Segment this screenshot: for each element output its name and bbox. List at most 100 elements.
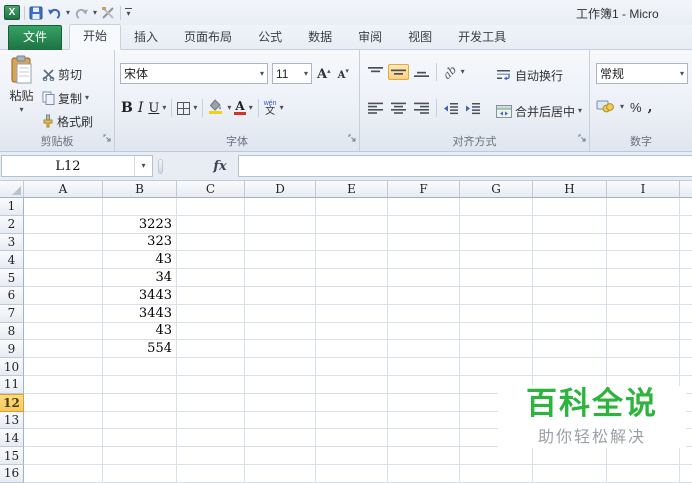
cell-B9[interactable]: 554 <box>103 340 177 359</box>
paste-button[interactable]: 粘贴 ▾ <box>4 55 39 141</box>
redo-icon[interactable] <box>74 6 89 20</box>
cell-E11[interactable] <box>316 375 388 394</box>
phonetic-dropdown-arrow[interactable]: ▾ <box>280 104 284 112</box>
cell-F13[interactable] <box>388 411 460 430</box>
cell-D13[interactable] <box>245 411 316 430</box>
align-middle-icon[interactable] <box>388 64 409 80</box>
cell-C10[interactable] <box>177 358 245 376</box>
cell-F6[interactable] <box>388 286 460 305</box>
cell-B13[interactable] <box>103 411 177 430</box>
cell-A1[interactable] <box>24 198 103 216</box>
cell-B12[interactable] <box>103 393 177 412</box>
cell-I15[interactable] <box>607 447 680 465</box>
cell-A4[interactable] <box>24 251 103 270</box>
cell-F1[interactable] <box>388 198 460 216</box>
cell-partial-8[interactable] <box>680 322 692 341</box>
column-header-C[interactable]: C <box>177 181 245 198</box>
paste-dropdown-arrow[interactable]: ▾ <box>19 106 23 114</box>
cell-D16[interactable] <box>245 464 316 483</box>
copy-dropdown-arrow[interactable]: ▾ <box>85 94 89 102</box>
dialog-launcher-icon[interactable] <box>103 130 112 148</box>
tab-page-layout[interactable]: 页面布局 <box>171 26 245 50</box>
insert-function-button[interactable]: fx <box>205 156 235 176</box>
cell-G7[interactable] <box>460 304 533 323</box>
tab-home[interactable]: 开始 <box>69 24 122 50</box>
cell-I10[interactable] <box>607 358 680 376</box>
increase-indent-icon[interactable] <box>463 100 483 117</box>
cell-B7[interactable]: 3443 <box>103 304 177 323</box>
increase-font-icon[interactable]: A▴ <box>317 67 331 82</box>
cell-F8[interactable] <box>388 322 460 341</box>
cell-C2[interactable] <box>177 215 245 234</box>
borders-icon[interactable] <box>177 101 191 115</box>
cell-H8[interactable] <box>533 322 607 341</box>
cell-F2[interactable] <box>388 215 460 234</box>
cell-F5[interactable] <box>388 269 460 287</box>
cell-B1[interactable] <box>103 198 177 216</box>
cell-A16[interactable] <box>24 464 103 483</box>
cell-D1[interactable] <box>245 198 316 216</box>
row-header-16[interactable]: 16 <box>0 464 24 483</box>
cell-E10[interactable] <box>316 358 388 376</box>
cell-C3[interactable] <box>177 233 245 252</box>
cell-I9[interactable] <box>607 340 680 359</box>
currency-dropdown-arrow[interactable]: ▾ <box>620 103 624 111</box>
excel-logo-icon[interactable]: X <box>4 5 20 20</box>
row-header-12[interactable]: 12 <box>0 393 24 412</box>
cell-F15[interactable] <box>388 447 460 465</box>
cell-A7[interactable] <box>24 304 103 323</box>
cell-E3[interactable] <box>316 233 388 252</box>
cell-G15[interactable] <box>460 447 533 465</box>
cell-C1[interactable] <box>177 198 245 216</box>
cell-H4[interactable] <box>533 251 607 270</box>
qat-more-icon[interactable]: ▾ <box>125 7 133 18</box>
column-header-partial[interactable] <box>680 181 692 198</box>
cell-A2[interactable] <box>24 215 103 234</box>
cell-F10[interactable] <box>388 358 460 376</box>
cell-D11[interactable] <box>245 375 316 394</box>
cell-A8[interactable] <box>24 322 103 341</box>
cell-C9[interactable] <box>177 340 245 359</box>
cell-E13[interactable] <box>316 411 388 430</box>
row-header-15[interactable]: 15 <box>0 447 24 465</box>
cell-E8[interactable] <box>316 322 388 341</box>
cell-A15[interactable] <box>24 447 103 465</box>
cell-A6[interactable] <box>24 286 103 305</box>
cell-A12[interactable] <box>24 393 103 412</box>
cell-H15[interactable] <box>533 447 607 465</box>
cell-D6[interactable] <box>245 286 316 305</box>
underline-button[interactable]: U <box>148 101 159 116</box>
row-header-11[interactable]: 11 <box>0 375 24 394</box>
cell-B10[interactable] <box>103 358 177 376</box>
cell-partial-16[interactable] <box>680 464 692 483</box>
cell-E9[interactable] <box>316 340 388 359</box>
cell-partial-15[interactable] <box>680 447 692 465</box>
cell-H1[interactable] <box>533 198 607 216</box>
cell-C14[interactable] <box>177 429 245 448</box>
cell-I5[interactable] <box>607 269 680 287</box>
cell-I2[interactable] <box>607 215 680 234</box>
cell-D14[interactable] <box>245 429 316 448</box>
align-center-icon[interactable] <box>388 100 409 116</box>
cell-partial-7[interactable] <box>680 304 692 323</box>
cell-partial-10[interactable] <box>680 358 692 376</box>
row-header-1[interactable]: 1 <box>0 198 24 216</box>
cell-B11[interactable] <box>103 375 177 394</box>
align-top-icon[interactable] <box>365 64 386 80</box>
column-header-H[interactable]: H <box>533 181 607 198</box>
column-header-I[interactable]: I <box>607 181 680 198</box>
cell-I4[interactable] <box>607 251 680 270</box>
tab-file[interactable]: 文件 <box>8 25 63 50</box>
formula-bar-handle[interactable] <box>158 159 163 174</box>
cell-H2[interactable] <box>533 215 607 234</box>
cell-E7[interactable] <box>316 304 388 323</box>
tab-view[interactable]: 视图 <box>395 26 445 50</box>
cell-partial-2[interactable] <box>680 215 692 234</box>
cell-partial-6[interactable] <box>680 286 692 305</box>
orientation-dropdown-arrow[interactable]: ▾ <box>461 68 465 76</box>
row-header-5[interactable]: 5 <box>0 269 24 287</box>
name-box-dropdown-arrow[interactable]: ▾ <box>134 156 152 176</box>
cell-G6[interactable] <box>460 286 533 305</box>
cell-F7[interactable] <box>388 304 460 323</box>
cell-D9[interactable] <box>245 340 316 359</box>
